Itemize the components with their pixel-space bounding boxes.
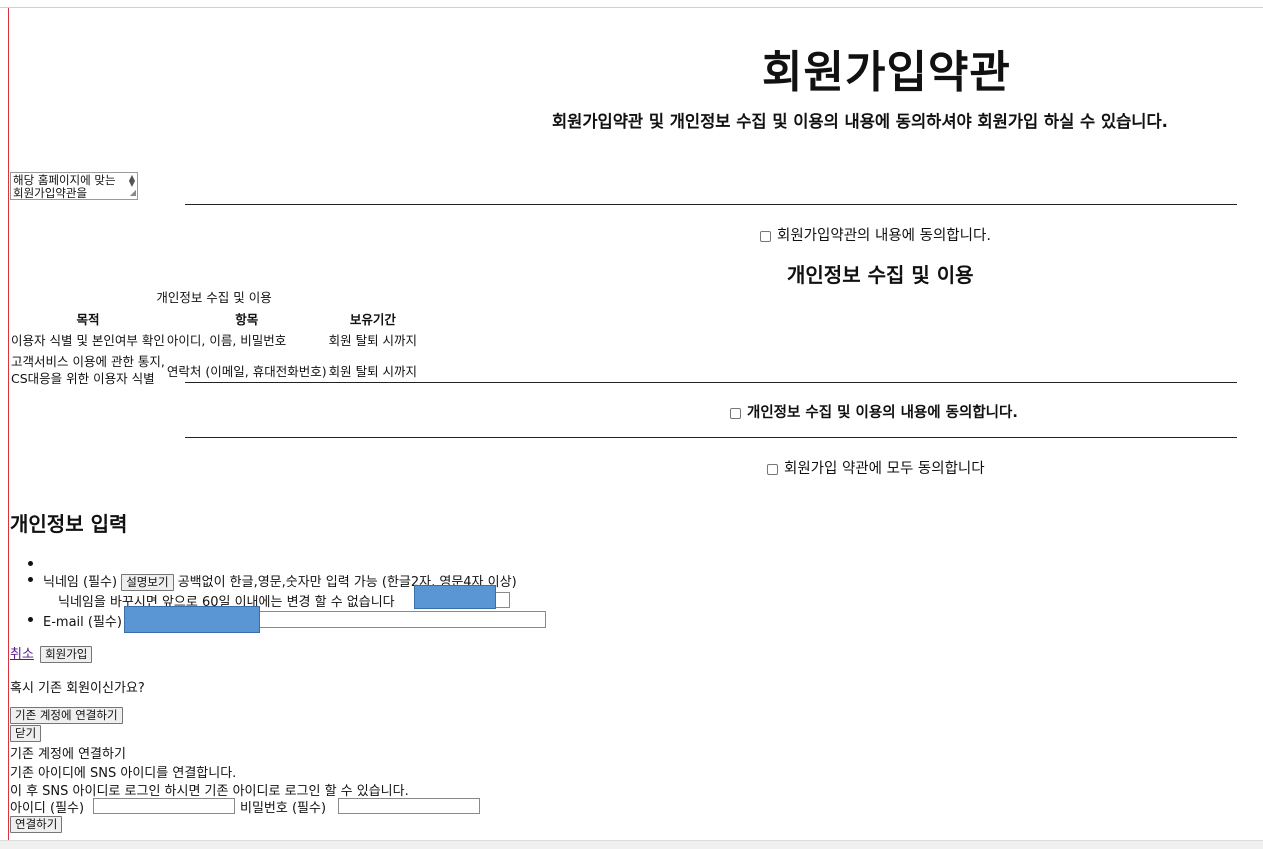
bullet-icon: [28, 577, 33, 582]
table-cell: 고객서비스 이용에 관한 통지, CS대응을 위한 이용자 식별: [10, 351, 166, 389]
column-header: 보유기간: [349, 312, 396, 327]
checkbox-icon[interactable]: [730, 407, 741, 419]
bullet-icon: [28, 561, 33, 566]
connect-panel-title: 기존 계정에 연결하기: [10, 747, 126, 762]
table-cell: 이용자 식별 및 본인여부 확인: [11, 333, 165, 348]
window-top-border: [0, 7, 1263, 8]
column-header: 항목: [235, 312, 259, 327]
connect-account-toggle-button[interactable]: 기존 계정에 연결하기: [10, 707, 123, 724]
divider: [185, 204, 1237, 205]
privacy-table: 개인정보 수집 및 이용 목적 항목 보유기간 이용자 식별 및 본인여부 확인…: [10, 287, 418, 389]
id-label: 아이디 (필수): [10, 801, 85, 816]
page-title: 회원가입약관: [762, 47, 1011, 98]
table-row: 이용자 식별 및 본인여부 확인 아이디, 이름, 비밀번호 회원 탈퇴 시까지: [10, 328, 418, 351]
divider: [185, 382, 1237, 383]
redacted-nickname-value: [414, 585, 496, 609]
table-cell: 연락처 (이메일, 휴대전화번호): [166, 363, 327, 379]
form-section-title: 개인정보 입력: [10, 512, 128, 536]
table-cell-line: 고객서비스 이용에 관한 통지,: [11, 354, 165, 369]
existing-member-question: 혹시 기존 회원이신가요?: [10, 681, 145, 696]
cancel-link[interactable]: 취소: [10, 647, 34, 662]
page-subtitle: 회원가입약관 및 개인정보 수집 및 이용의 내용에 동의하셔야 회원가입 하실…: [552, 112, 1168, 131]
agree-all-label: 회원가입 약관에 모두 동의합니다: [784, 461, 985, 477]
table-row: 고객서비스 이용에 관한 통지, CS대응을 위한 이용자 식별 연락처 (이메…: [10, 351, 418, 389]
signup-button[interactable]: 회원가입: [40, 646, 93, 663]
bullet-icon: [28, 617, 33, 622]
connect-toggle-wrap: 기존 계정에 연결하기: [10, 707, 123, 724]
divider: [185, 437, 1237, 438]
resize-grip-icon[interactable]: ◢: [130, 186, 136, 199]
id-input[interactable]: [93, 798, 235, 814]
password-input[interactable]: [338, 798, 480, 814]
connect-wrap: 연결하기: [10, 816, 63, 833]
close-button[interactable]: 닫기: [10, 725, 42, 742]
agree-all-checkbox[interactable]: 회원가입 약관에 모두 동의합니다: [767, 457, 985, 478]
connect-desc-1: 기존 아이디에 SNS 아이디를 연결합니다.: [10, 766, 237, 781]
privacy-table-caption: 개인정보 수집 및 이용: [156, 290, 272, 305]
terms-agree-checkbox[interactable]: 회원가입약관의 내용에 동의합니다.: [760, 224, 991, 245]
checkbox-icon[interactable]: [767, 463, 778, 475]
connect-button[interactable]: 연결하기: [10, 816, 63, 833]
form-actions: 취소 회원가입: [10, 643, 93, 663]
email-label: E-mail (필수): [43, 615, 122, 630]
close-wrap: 닫기: [10, 725, 42, 742]
privacy-section-title: 개인정보 수집 및 이용: [787, 263, 974, 287]
terms-textarea[interactable]: 해당 홈페이지에 맞는 회원가입약관을 입력하세요. ▲▼ ◢: [10, 172, 138, 200]
terms-textarea-text: 해당 홈페이지에 맞는 회원가입약관을 입력하세요.: [13, 174, 116, 200]
table-cell: 회원 탈퇴 시까지: [328, 363, 418, 379]
table-cell: 회원 탈퇴 시까지: [328, 333, 418, 348]
privacy-agree-checkbox[interactable]: 개인정보 수집 및 이용의 내용에 동의합니다.: [730, 401, 1018, 422]
password-label: 비밀번호 (필수): [240, 801, 327, 816]
redacted-email-value: [124, 606, 260, 633]
table-cell: 아이디, 이름, 비밀번호: [166, 333, 287, 348]
column-header: 목적: [76, 312, 100, 327]
nickname-label: 닉네임 (필수): [43, 575, 118, 590]
checkbox-icon[interactable]: [760, 230, 771, 242]
table-header-row: 목적 항목 보유기간: [10, 309, 418, 328]
privacy-agree-label: 개인정보 수집 및 이용의 내용에 동의합니다.: [747, 405, 1018, 421]
table-cell-line: CS대응을 위한 이용자 식별: [11, 371, 155, 386]
nickname-help-button[interactable]: 설명보기: [121, 574, 174, 591]
page-left-rule: [8, 8, 9, 848]
terms-agree-label: 회원가입약관의 내용에 동의합니다.: [777, 228, 991, 244]
